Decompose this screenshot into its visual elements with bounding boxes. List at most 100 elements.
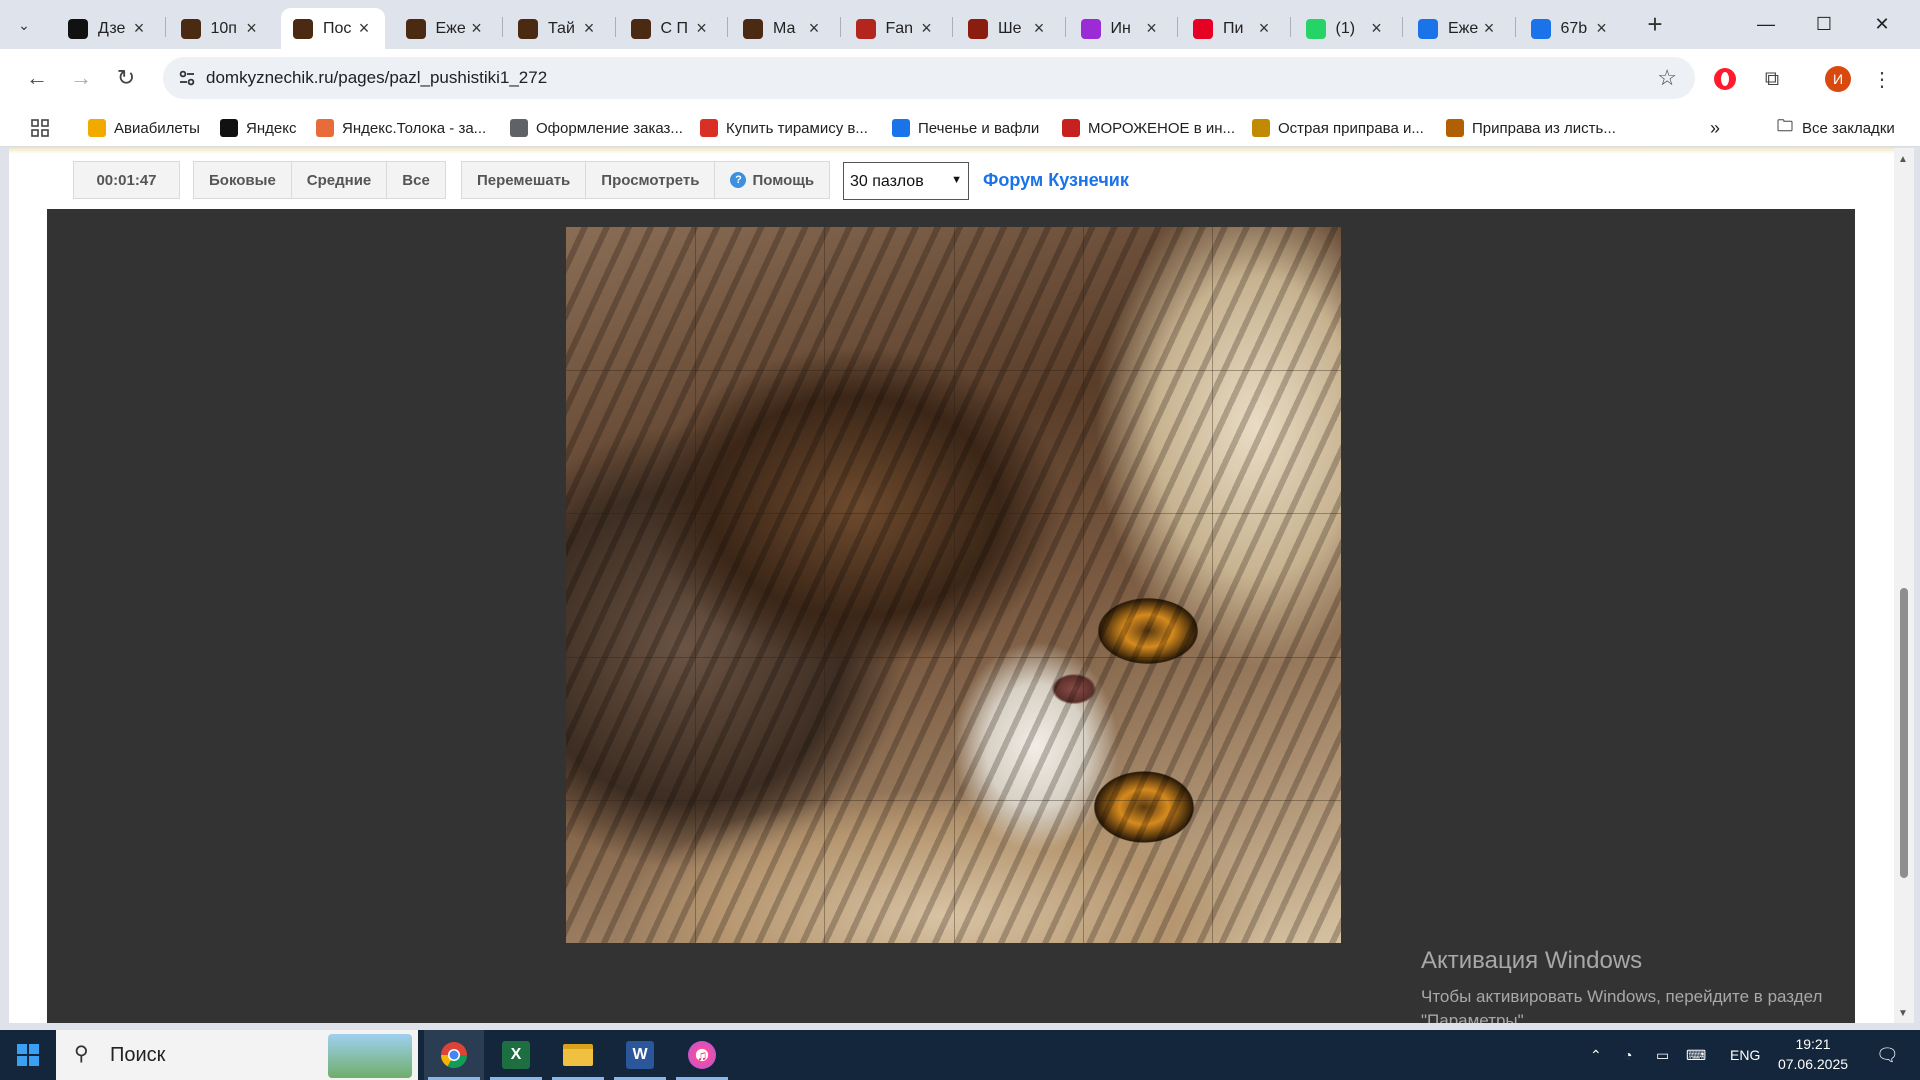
puzzle-seam xyxy=(566,513,1341,515)
minimize-icon[interactable]: — xyxy=(1738,0,1794,49)
browser-tab[interactable]: Пос × xyxy=(281,8,385,49)
bookmark-item[interactable]: Яндекс.Толока - за... xyxy=(316,117,486,139)
bookmark-item[interactable]: Авиабилеты xyxy=(88,117,200,139)
tab-search-icon[interactable]: ⌄ xyxy=(10,12,38,38)
browser-tab[interactable]: (1) × xyxy=(1294,8,1398,49)
language-indicator[interactable]: ENG xyxy=(1730,1030,1760,1080)
close-tab-icon[interactable]: × xyxy=(918,18,936,39)
new-tab-button[interactable]: + xyxy=(1640,9,1670,39)
close-tab-icon[interactable]: × xyxy=(243,18,261,39)
ж-icon xyxy=(1446,119,1464,137)
dropdown-arrow-icon: ▼ xyxy=(951,174,962,186)
page-scrollbar[interactable]: ▲ ▼ xyxy=(1894,148,1914,1023)
close-tab-icon[interactable]: × xyxy=(355,18,373,39)
word-taskbar-icon[interactable]: W xyxy=(610,1030,670,1080)
tab-title: Пос xyxy=(323,19,352,37)
browser-tab[interactable]: Пи × xyxy=(1181,8,1285,49)
browser-tab[interactable]: Тай × xyxy=(506,8,610,49)
menu-icon[interactable]: ⋮ xyxy=(1866,63,1898,95)
forward-icon[interactable]: → xyxy=(64,61,98,95)
close-tab-icon[interactable]: × xyxy=(1030,18,1048,39)
back-icon[interactable]: ← xyxy=(20,61,54,95)
close-tab-icon[interactable]: × xyxy=(1143,18,1161,39)
help-icon: ? xyxy=(730,172,747,188)
bookmark-item[interactable]: МОРОЖЕНОЕ в ин... xyxy=(1062,117,1235,139)
close-tab-icon[interactable]: × xyxy=(805,18,823,39)
edges-button[interactable]: Боковые xyxy=(194,162,292,198)
extensions-icon[interactable]: ⧉ xyxy=(1756,63,1788,95)
site-info-icon[interactable] xyxy=(177,68,197,88)
all-button[interactable]: Все xyxy=(387,162,445,198)
excel-taskbar-icon[interactable]: X xyxy=(486,1030,546,1080)
browser-tab[interactable]: Ма × xyxy=(731,8,835,49)
bookmark-item[interactable]: Печенье и вафли xyxy=(892,117,1039,139)
folder-icon: 🗀 xyxy=(1776,117,1793,135)
system-clock[interactable]: 19:21 07.06.2025 xyxy=(1768,1034,1858,1074)
bookmark-item[interactable]: Острая приправа и... xyxy=(1252,117,1424,139)
pieces-count-select[interactable]: 30 пазлов ▼ xyxy=(843,162,969,200)
keyboard-icon[interactable]: ⌨ xyxy=(1686,1030,1706,1080)
scrollbar-thumb[interactable] xyxy=(1900,588,1908,878)
address-bar[interactable]: domkyznechik.ru/pages/pazl_pushistiki1_2… xyxy=(163,57,1695,99)
profile-avatar[interactable]: И xyxy=(1822,63,1854,95)
browser-tab[interactable]: С П × xyxy=(619,8,723,49)
tab-title: 10п xyxy=(210,19,237,37)
close-tab-icon[interactable]: × xyxy=(580,18,598,39)
close-tab-icon[interactable]: × xyxy=(1593,18,1611,39)
basket-icon xyxy=(892,119,910,137)
cat-puzzle-image[interactable] xyxy=(566,227,1341,943)
start-button[interactable] xyxy=(0,1030,56,1080)
explorer-taskbar-icon[interactable] xyxy=(548,1030,608,1080)
bookmark-item[interactable]: Купить тирамису в... xyxy=(700,117,868,139)
help-button[interactable]: ? Помощь xyxy=(715,162,829,198)
network-icon[interactable]: ◔ xyxy=(1624,1030,1632,1080)
bookmark-item[interactable]: Приправа из листь... xyxy=(1446,117,1616,139)
dzen-icon xyxy=(68,18,88,39)
forum-link[interactable]: Форум Кузнечик xyxy=(983,170,1129,191)
browser-tab[interactable]: Ин × xyxy=(1069,8,1173,49)
browser-tab[interactable]: Ше × xyxy=(956,8,1060,49)
bookmark-item[interactable]: Оформление заказ... xyxy=(510,117,683,139)
close-tab-icon[interactable]: × xyxy=(130,18,148,39)
scroll-down-icon[interactable]: ▼ xyxy=(1898,1008,1908,1019)
taskbar-search[interactable]: ⚲ Поиск xyxy=(56,1030,418,1080)
browser-tab[interactable]: 10п × xyxy=(169,8,273,49)
puzzle-seam xyxy=(566,799,1341,801)
scroll-up-icon[interactable]: ▲ xyxy=(1898,154,1908,165)
close-tab-icon[interactable]: × xyxy=(1255,18,1273,39)
browser-tab[interactable]: 67b × xyxy=(1519,8,1623,49)
browser-tab[interactable]: Еже × xyxy=(394,8,498,49)
chrome-taskbar-icon[interactable] xyxy=(424,1030,484,1080)
yandex-icon xyxy=(220,119,238,137)
bookmark-star-icon[interactable]: ☆ xyxy=(1657,65,1677,91)
notifications-icon[interactable]: 🗨 xyxy=(1876,1030,1899,1080)
preview-button[interactable]: Просмотреть xyxy=(586,162,716,198)
browser-tab[interactable]: Fan × xyxy=(844,8,948,49)
pinterest-icon xyxy=(1193,18,1213,39)
browser-tab[interactable]: Дзе × xyxy=(56,8,160,49)
maximize-icon[interactable]: ☐ xyxy=(1796,0,1852,49)
tab-strip: ⌄ Дзе × 10п × Пос × Еже × Тай × С П × Ма × Fan × Ше × Ин × П… xyxy=(0,0,1920,49)
itunes-taskbar-icon[interactable]: ♫ xyxy=(672,1030,732,1080)
opera-extension-icon[interactable] xyxy=(1709,63,1741,95)
show-hidden-icons[interactable]: ⌃ xyxy=(1590,1030,1602,1080)
shuffle-button[interactable]: Перемешать xyxy=(462,162,587,198)
tab-title: Ин xyxy=(1110,19,1131,37)
puzzle-favicon xyxy=(630,18,651,39)
close-tab-icon[interactable]: × xyxy=(468,18,486,39)
browser-tab[interactable]: Еже × xyxy=(1406,8,1510,49)
puzzle-seam xyxy=(824,227,826,943)
battery-icon[interactable]: ▭ xyxy=(1656,1030,1669,1080)
close-tab-icon[interactable]: × xyxy=(693,18,711,39)
apps-grid-icon[interactable] xyxy=(30,117,50,139)
all-bookmarks-folder[interactable]: 🗀 Все закладки xyxy=(1776,117,1895,139)
close-window-icon[interactable]: ✕ xyxy=(1854,0,1910,49)
bookmark-item[interactable]: Яндекс xyxy=(220,117,296,139)
globe-icon xyxy=(510,119,528,137)
puzzle-favicon xyxy=(180,18,201,39)
reload-icon[interactable]: ↻ xyxy=(109,61,143,95)
more-bookmarks-icon[interactable]: » xyxy=(1710,117,1720,139)
close-tab-icon[interactable]: × xyxy=(1368,18,1386,39)
middles-button[interactable]: Средние xyxy=(292,162,388,198)
close-tab-icon[interactable]: × xyxy=(1480,18,1498,39)
